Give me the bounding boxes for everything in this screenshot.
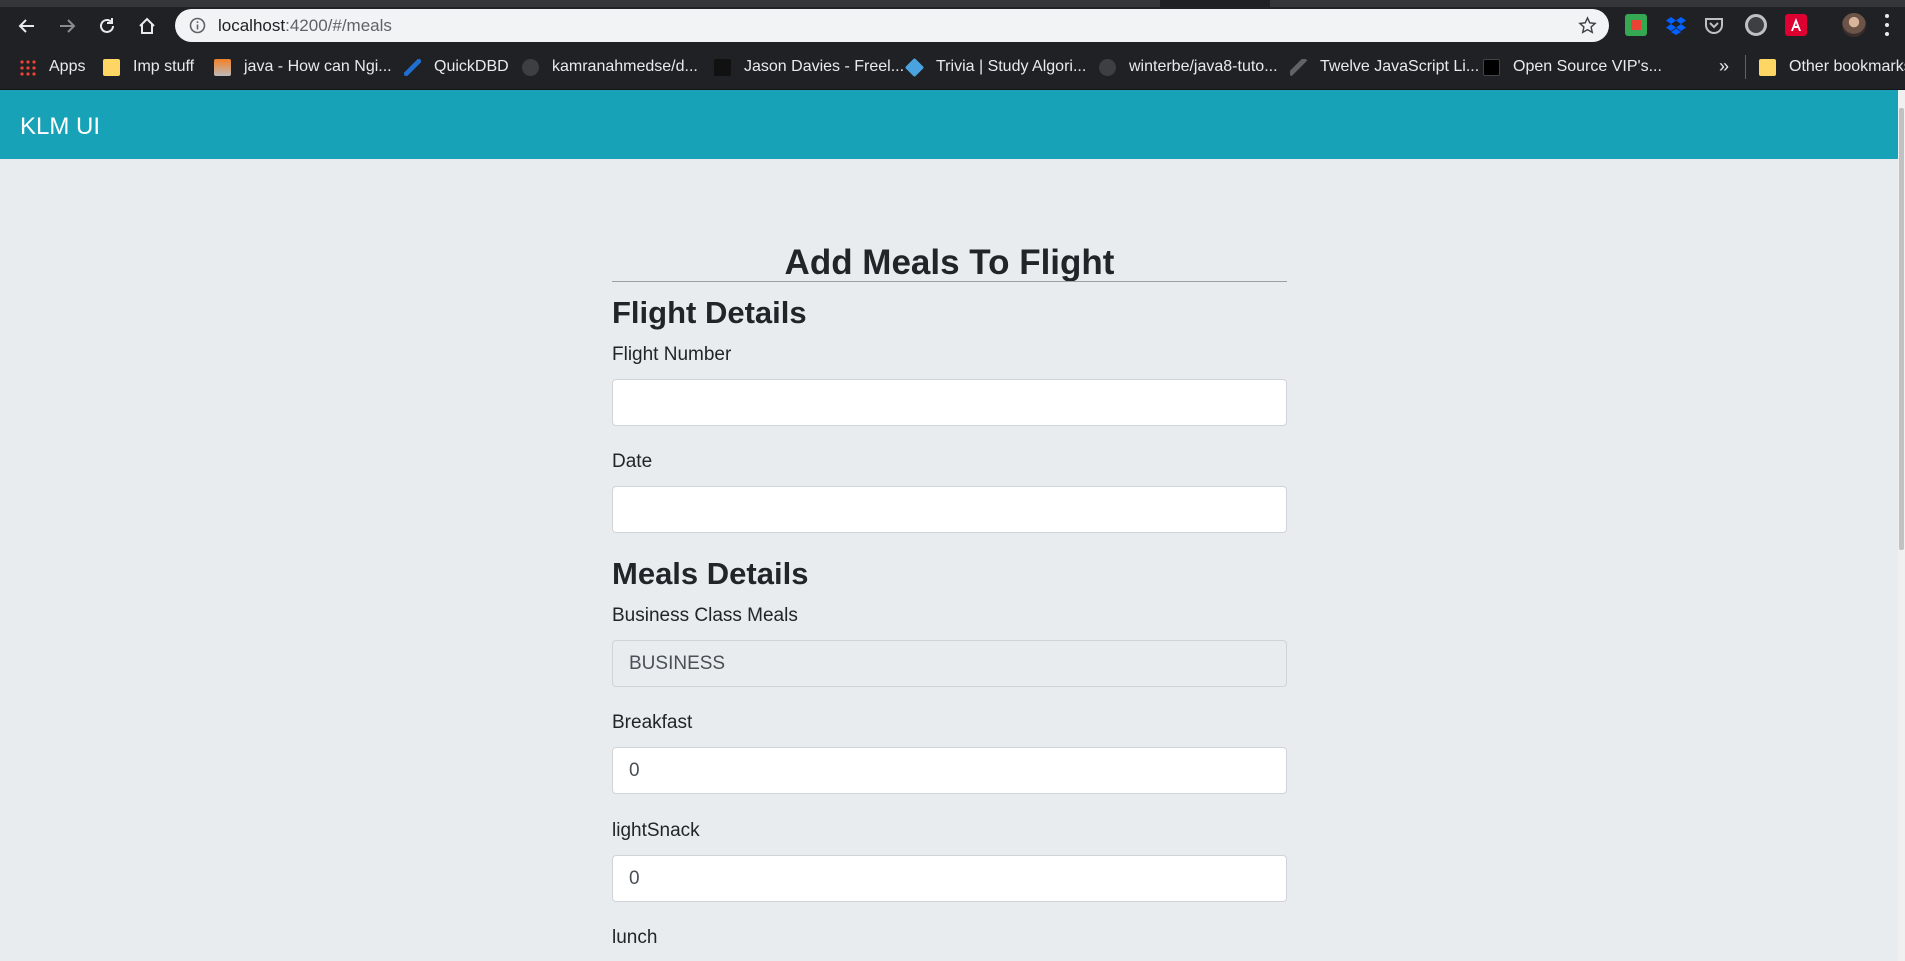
home-button[interactable]: [131, 10, 163, 42]
bookmark-label: winterbe/java8-tuto...: [1129, 58, 1278, 75]
angular-icon[interactable]: [1785, 14, 1807, 36]
flight-number-input[interactable]: [612, 379, 1287, 426]
bookmark-label: Trivia | Study Algori...: [936, 58, 1087, 75]
bookmark-label: Open Source VIP's...: [1513, 58, 1662, 75]
bookmarks-divider: [1745, 55, 1746, 79]
url-host: localhost: [218, 16, 286, 35]
page-title: Add Meals To Flight: [784, 243, 1115, 282]
bookmark-jason-davies[interactable]: Jason Davies - Freel...: [714, 57, 904, 77]
tab-strip: [0, 0, 1905, 7]
flight-number-label: Flight Number: [612, 344, 732, 365]
bookmark-imp-stuff[interactable]: Imp stuff: [103, 57, 194, 77]
bookmarks-bar: Apps Imp stuff java - How can Ngi... Qui…: [0, 43, 1905, 90]
bookmark-label: Apps: [49, 58, 86, 75]
github-icon: [1099, 58, 1116, 76]
app-brand[interactable]: KLM UI: [20, 113, 100, 141]
bookmark-label: QuickDBD: [434, 58, 509, 75]
bookmark-trivia[interactable]: Trivia | Study Algori...: [904, 57, 1087, 77]
scrollbar-thumb[interactable]: [1899, 108, 1904, 550]
bookmark-label: Jason Davies - Freel...: [744, 58, 905, 75]
flight-details-heading: Flight Details: [612, 295, 807, 330]
meals-details-heading: Meals Details: [612, 556, 809, 591]
quickdbd-icon: [404, 58, 421, 76]
forward-arrow-icon: [60, 19, 76, 33]
bookmark-medium[interactable]: Open Source VIP's...: [1483, 57, 1662, 77]
sitepoint-icon: [1290, 58, 1307, 76]
breakfast-input[interactable]: [612, 747, 1287, 794]
home-icon: [139, 17, 155, 34]
reload-icon: [100, 18, 114, 33]
folder-icon: [103, 58, 120, 76]
apps-grid-icon: [19, 58, 36, 76]
extension-circle-icon[interactable]: [1745, 14, 1767, 36]
bookmark-stackoverflow[interactable]: java - How can Ngi...: [214, 57, 392, 77]
bookmark-label: Twelve JavaScript Li...: [1320, 58, 1480, 75]
profile-avatar[interactable]: [1842, 13, 1866, 37]
url-text: localhost:4200/#/meals: [218, 16, 392, 36]
forward-button[interactable]: [51, 10, 83, 42]
trivia-icon: [904, 57, 925, 77]
pocket-icon[interactable]: [1703, 14, 1725, 36]
bookmark-label: java - How can Ngi...: [244, 58, 392, 75]
light-snack-input[interactable]: [612, 855, 1287, 902]
bookmark-other[interactable]: Other bookmarks: [1759, 57, 1905, 77]
bookmark-label: Imp stuff: [133, 58, 195, 75]
site-info-icon[interactable]: [189, 17, 206, 34]
bookmark-apps[interactable]: Apps: [19, 57, 85, 77]
jason-davies-icon: [714, 58, 731, 76]
bookmark-star-icon[interactable]: [1578, 16, 1597, 35]
business-class-input: [612, 640, 1287, 687]
dropbox-icon[interactable]: [1665, 14, 1687, 36]
url-path: :4200/#/meals: [285, 16, 392, 35]
medium-icon: [1483, 58, 1500, 76]
bookmark-github-kamran[interactable]: kamranahmedse/d...: [522, 57, 698, 77]
breakfast-label: Breakfast: [612, 712, 693, 733]
bookmark-github-winterbe[interactable]: winterbe/java8-tuto...: [1099, 57, 1278, 77]
date-label: Date: [612, 451, 653, 472]
bookmark-label: kamranahmedse/d...: [552, 58, 698, 75]
address-bar[interactable]: localhost:4200/#/meals: [175, 9, 1609, 42]
title-divider: [612, 281, 1287, 282]
lunch-label: lunch: [612, 927, 658, 948]
date-input[interactable]: [612, 486, 1287, 533]
bookmarks-overflow-button[interactable]: »: [1719, 56, 1729, 77]
google-translate-icon[interactable]: [1625, 14, 1647, 36]
light-snack-label: lightSnack: [612, 820, 700, 841]
business-class-meals-label: Business Class Meals: [612, 605, 798, 626]
back-arrow-icon: [18, 19, 34, 33]
folder-icon: [1759, 58, 1776, 76]
bookmark-sitepoint[interactable]: Twelve JavaScript Li...: [1290, 57, 1479, 77]
reload-button[interactable]: [91, 10, 123, 42]
back-button[interactable]: [11, 10, 43, 42]
chrome-menu-icon[interactable]: [1884, 14, 1890, 36]
app-navbar: KLM UI: [0, 90, 1898, 159]
active-tab[interactable]: [1160, 0, 1270, 7]
github-icon: [522, 58, 539, 76]
bookmark-label: Other bookmarks: [1789, 58, 1905, 75]
browser-toolbar: localhost:4200/#/meals: [0, 0, 1905, 43]
stackoverflow-icon: [214, 58, 231, 76]
bookmark-quickdbd[interactable]: QuickDBD: [404, 57, 509, 77]
